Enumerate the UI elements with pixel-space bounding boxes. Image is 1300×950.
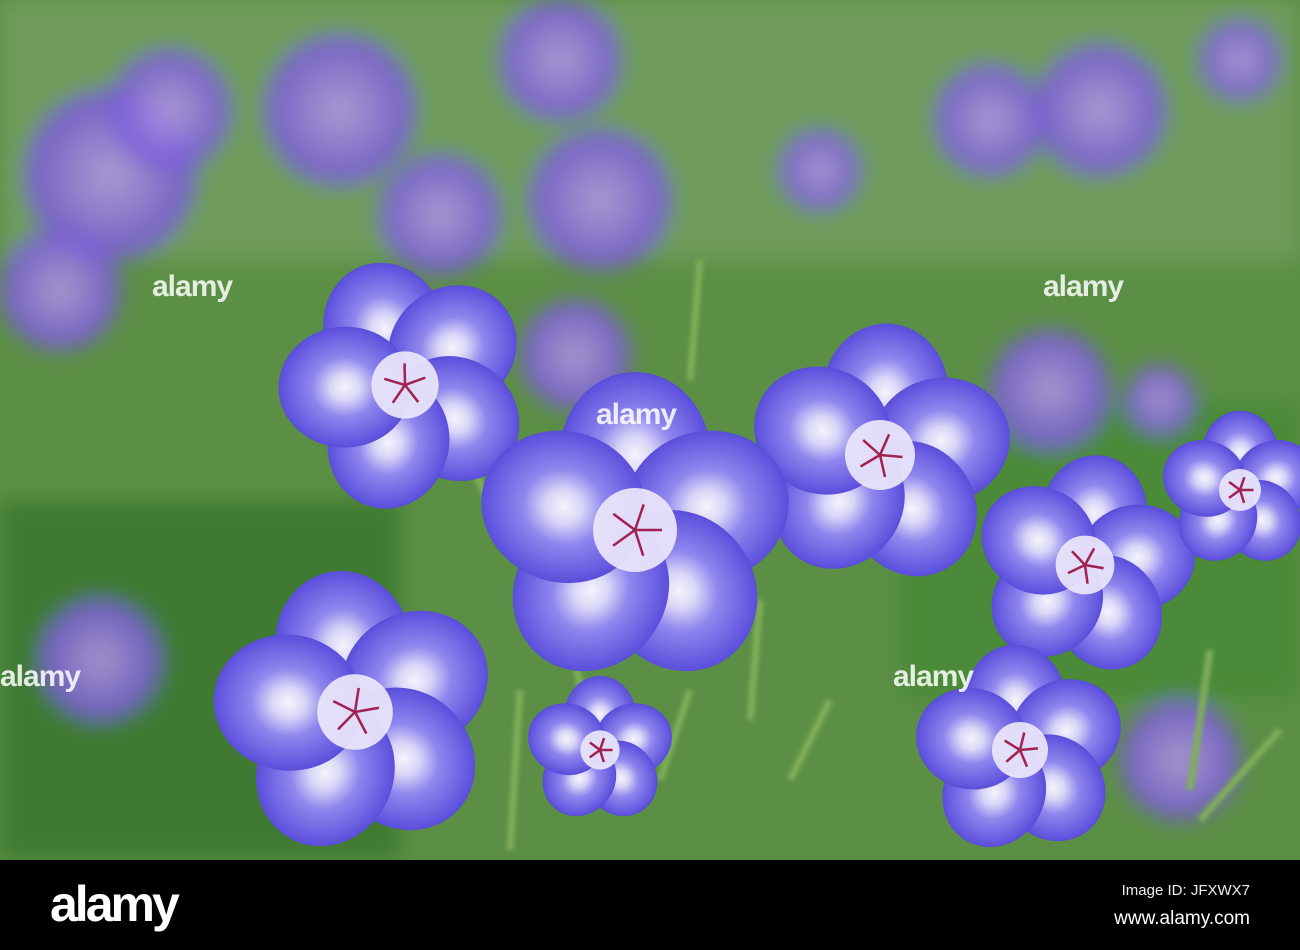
blurred-flower (110, 50, 230, 170)
watermark: alamy (152, 270, 233, 303)
blurred-flower (265, 35, 415, 185)
blurred-flower (500, 0, 620, 120)
blurred-flower (530, 130, 670, 270)
watermark: alamy (0, 660, 81, 693)
watermark: alamy (1043, 270, 1124, 303)
website-link[interactable]: www.alamy.com (1114, 908, 1250, 930)
blurred-flower (1200, 20, 1280, 100)
blurred-flower (380, 155, 500, 275)
blurred-flower (780, 130, 860, 210)
blurred-flower (935, 65, 1045, 175)
blurred-flower (0, 230, 120, 350)
blurred-flower (1120, 700, 1240, 820)
watermark: alamy (893, 660, 974, 693)
alamy-logo: alamy (50, 876, 180, 932)
watermark: alamy (596, 398, 677, 431)
footer-bar: alamy Image ID: JFXWX7 www.alamy.com (0, 860, 1300, 950)
blurred-flower (1035, 45, 1165, 175)
stock-photo-page: alamy alamy alamy alamy alamy alamy Imag… (0, 0, 1300, 950)
blurred-flower (1125, 365, 1195, 435)
image-id: Image ID: JFXWX7 (1121, 882, 1250, 899)
